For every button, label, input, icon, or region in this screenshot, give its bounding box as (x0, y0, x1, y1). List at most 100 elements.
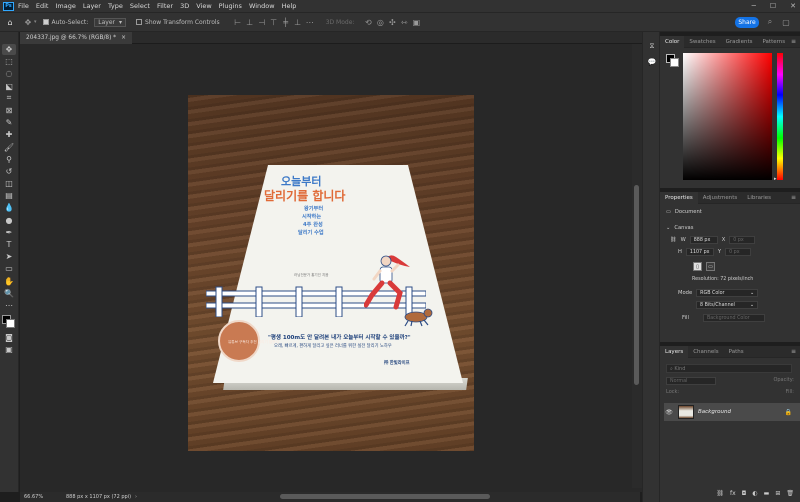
hue-slider-marker-icon[interactable]: ▸ (774, 176, 777, 182)
panel-menu-icon[interactable]: ≡ (791, 348, 796, 355)
align-left-icon[interactable]: ⊢ (232, 16, 244, 28)
blur-tool-icon[interactable]: 💧 (2, 202, 16, 213)
eyedropper-tool-icon[interactable]: ✎ (2, 117, 16, 128)
lock-icon[interactable]: 🔒 (785, 409, 792, 416)
auto-select-option[interactable]: Auto-Select: (42, 19, 88, 26)
zoom-tool-icon[interactable]: 🔍 (2, 288, 16, 299)
object-selection-tool-icon[interactable]: ⬕ (2, 81, 16, 92)
frame-tool-icon[interactable]: ⊠ (2, 105, 16, 116)
edit-toolbar-icon[interactable]: ⋯ (2, 300, 16, 311)
move-tool-icon[interactable]: ✥ (22, 16, 34, 28)
vertical-scroll-thumb[interactable] (634, 185, 639, 385)
align-center-icon[interactable]: ⊥ (244, 16, 256, 28)
dodge-tool-icon[interactable]: ● (2, 215, 16, 226)
minimize-icon[interactable]: ─ (752, 2, 756, 10)
align-middle-icon[interactable]: ╪ (280, 16, 292, 28)
canvas-section-header[interactable]: ⌄ Canvas (666, 225, 693, 231)
document-tab[interactable]: 204337.jpg @ 66.7% (RGB/8) * × (20, 32, 132, 44)
menu-type[interactable]: Type (108, 2, 123, 10)
history-panel-icon[interactable]: ⧖ (647, 42, 657, 50)
layer-row-background[interactable]: 👁 Background 🔒 (664, 403, 800, 421)
align-right-icon[interactable]: ⊣ (256, 16, 268, 28)
panel-menu-icon[interactable]: ≡ (791, 194, 796, 201)
portrait-orientation-icon[interactable]: ▯ (693, 262, 702, 271)
new-layer-icon[interactable]: ⊞ (775, 490, 780, 497)
landscape-orientation-icon[interactable]: ▭ (706, 262, 715, 271)
auto-select-checkbox[interactable] (42, 19, 49, 25)
foreground-background-swatch[interactable] (1, 314, 17, 330)
eraser-tool-icon[interactable]: ◫ (2, 178, 16, 189)
menu-layer[interactable]: Layer (83, 2, 101, 10)
menu-plugins[interactable]: Plugins (219, 2, 242, 10)
chevron-down-icon[interactable]: ▾ (34, 19, 37, 25)
add-mask-icon[interactable]: ◘ (742, 490, 747, 497)
close-tab-icon[interactable]: × (121, 35, 126, 41)
hand-tool-icon[interactable]: ✋ (2, 276, 16, 287)
pen-tool-icon[interactable]: ✒ (2, 227, 16, 238)
move-tool-icon[interactable]: ✥ (2, 44, 16, 55)
quick-mask-icon[interactable]: ◙ (2, 332, 16, 343)
bit-depth-dropdown[interactable]: 8 Bits/Channel ⌄ (696, 301, 758, 309)
history-brush-tool-icon[interactable]: ↺ (2, 166, 16, 177)
gradient-tool-icon[interactable]: ▤ (2, 190, 16, 201)
more-options-icon[interactable]: ⋯ (304, 16, 316, 28)
close-icon[interactable]: ✕ (790, 2, 796, 10)
maximize-icon[interactable]: ☐ (770, 2, 776, 10)
tab-layers[interactable]: Layers (660, 345, 689, 358)
x-input[interactable]: 0 px (729, 236, 756, 244)
fill-dropdown[interactable]: Background Color (702, 314, 765, 322)
delete-layer-icon[interactable]: 🗑 (786, 490, 794, 497)
crop-tool-icon[interactable]: ⌗ (2, 93, 16, 104)
screen-mode-icon[interactable]: ▣ (2, 344, 16, 355)
3d-orbit-icon[interactable]: ⟲ (362, 16, 374, 28)
tab-swatches[interactable]: Swatches (684, 36, 720, 48)
menu-select[interactable]: Select (130, 2, 150, 10)
workspace-icon[interactable]: ▢ (780, 16, 792, 28)
zoom-level[interactable]: 66.67% (20, 494, 50, 500)
tab-adjustments[interactable]: Adjustments (698, 192, 742, 204)
marquee-tool-icon[interactable]: ⬚ (2, 56, 16, 67)
3d-pan-icon[interactable]: ✣ (386, 16, 398, 28)
layer-style-icon[interactable]: fx (730, 490, 736, 497)
link-layers-icon[interactable]: ⛓ (716, 490, 724, 497)
new-group-icon[interactable]: ▬ (764, 490, 770, 497)
menu-filter[interactable]: Filter (157, 2, 173, 10)
layer-filter-input[interactable]: ⌕ Kind (666, 364, 792, 373)
y-input[interactable]: 0 px (725, 248, 752, 256)
path-selection-tool-icon[interactable]: ➤ (2, 251, 16, 262)
tab-paths[interactable]: Paths (724, 346, 749, 358)
brush-tool-icon[interactable]: 🖌 (2, 142, 16, 153)
background-color-swatch[interactable] (670, 58, 679, 67)
layer-name[interactable]: Background (698, 409, 731, 415)
height-input[interactable]: 1107 px (685, 248, 714, 256)
canvas-image[interactable]: 오늘부터 달리기를 합니다 왕기부터 시작하는 4주 완성 달리기 수업 러닝전… (188, 95, 474, 451)
chevron-right-icon[interactable]: › (135, 494, 137, 500)
home-icon[interactable]: ⌂ (4, 16, 16, 28)
clone-stamp-tool-icon[interactable]: ⚲ (2, 154, 16, 165)
tab-gradients[interactable]: Gradients (721, 36, 758, 48)
tab-channels[interactable]: Channels (688, 346, 723, 358)
background-color-swatch[interactable] (6, 319, 15, 329)
comments-panel-icon[interactable]: 💬 (647, 58, 657, 66)
visibility-eye-icon[interactable]: 👁 (664, 409, 674, 416)
hue-slider[interactable] (777, 53, 783, 180)
show-transform-checkbox[interactable] (136, 19, 143, 25)
menu-image[interactable]: Image (55, 2, 75, 10)
3d-scale-icon[interactable]: ▣ (410, 16, 422, 28)
width-input[interactable]: 888 px (689, 236, 718, 244)
menu-help[interactable]: Help (282, 2, 297, 10)
menu-view[interactable]: View (196, 2, 211, 10)
vertical-scrollbar[interactable] (632, 44, 642, 488)
align-top-icon[interactable]: ⊤ (268, 16, 280, 28)
tab-properties[interactable]: Properties (660, 191, 698, 204)
mode-dropdown[interactable]: RGB Color ⌄ (696, 289, 759, 297)
color-panel-fg-bg[interactable] (666, 54, 680, 68)
share-button[interactable]: Share (735, 17, 759, 28)
healing-brush-tool-icon[interactable]: ✚ (2, 129, 16, 140)
lasso-tool-icon[interactable]: ◌ (2, 68, 16, 79)
adjustment-layer-icon[interactable]: ◐ (752, 490, 757, 497)
tab-libraries[interactable]: Libraries (742, 192, 776, 204)
3d-slide-icon[interactable]: ⇿ (398, 16, 410, 28)
3d-roll-icon[interactable]: ◎ (374, 16, 386, 28)
show-transform-option[interactable]: Show Transform Controls (136, 19, 220, 26)
